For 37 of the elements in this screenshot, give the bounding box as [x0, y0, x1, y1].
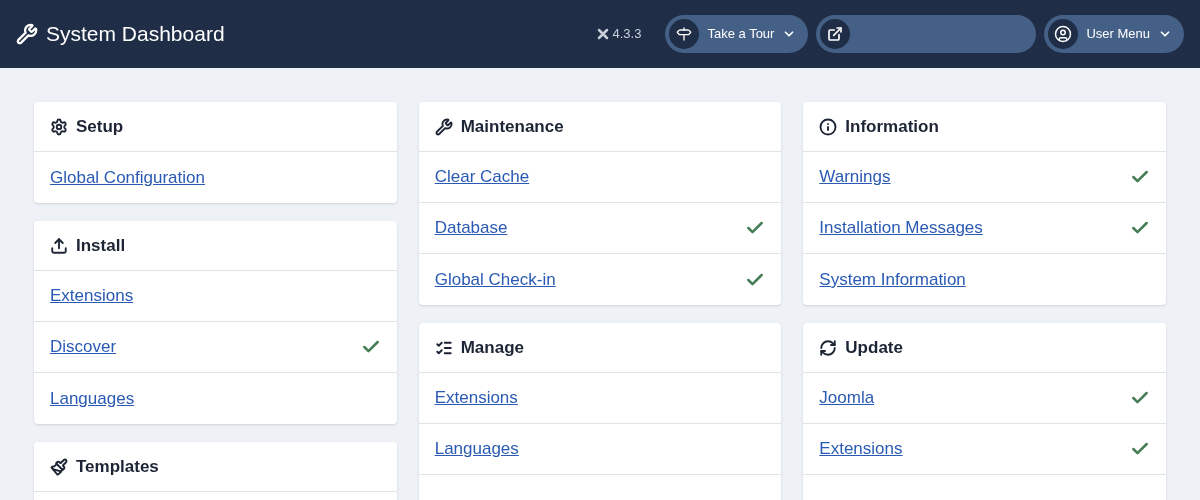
user-icon	[1048, 19, 1079, 49]
refresh-icon	[819, 338, 838, 357]
dashboard-link[interactable]: Discover	[50, 334, 117, 360]
card-title: Update	[845, 336, 903, 359]
paintbrush-icon	[50, 457, 68, 476]
dashboard-link[interactable]: Installation Messages	[819, 215, 983, 241]
dashboard-link[interactable]: Extensions	[50, 283, 134, 309]
upload-icon	[50, 236, 68, 255]
card-title: Setup	[76, 115, 124, 138]
dashboard-link[interactable]: Database	[434, 215, 508, 241]
dashboard-link[interactable]: Extensions	[434, 385, 518, 411]
dashboard-link[interactable]: System Information	[819, 266, 966, 293]
user-menu-button[interactable]: User Menu	[1044, 15, 1184, 53]
gear-icon	[50, 117, 68, 136]
signpost-icon	[669, 19, 700, 49]
wrench-icon	[434, 117, 453, 136]
card-title: Install	[76, 234, 126, 257]
card-title: Maintenance	[460, 115, 564, 138]
logo-icon	[596, 28, 609, 40]
external-link-button[interactable]	[816, 15, 1037, 53]
info-icon	[819, 117, 838, 136]
dashboard-link[interactable]: Languages	[434, 436, 519, 462]
dashboard-link[interactable]: Clear Cache	[434, 164, 530, 190]
take-a-tour-button[interactable]: Take a Tour	[665, 15, 809, 53]
dashboard-link[interactable]: Extensions	[819, 436, 903, 462]
dashboard-link[interactable]: Languages	[50, 385, 135, 412]
card-title: Manage	[460, 336, 524, 359]
external-link-icon	[820, 19, 851, 49]
version-text: 4.3.3	[612, 25, 642, 44]
page-title: System Dashboard	[46, 21, 225, 48]
card-title: Information	[845, 115, 939, 138]
dashboard-link[interactable]: Warnings	[819, 164, 891, 190]
dashboard-link[interactable]: Global Check-in	[434, 266, 556, 293]
wrench-icon	[16, 23, 38, 45]
card-title: Templates	[76, 455, 159, 478]
dashboard-link[interactable]: Joomla	[819, 385, 875, 411]
dashboard-link[interactable]: Global Configuration	[50, 164, 205, 191]
